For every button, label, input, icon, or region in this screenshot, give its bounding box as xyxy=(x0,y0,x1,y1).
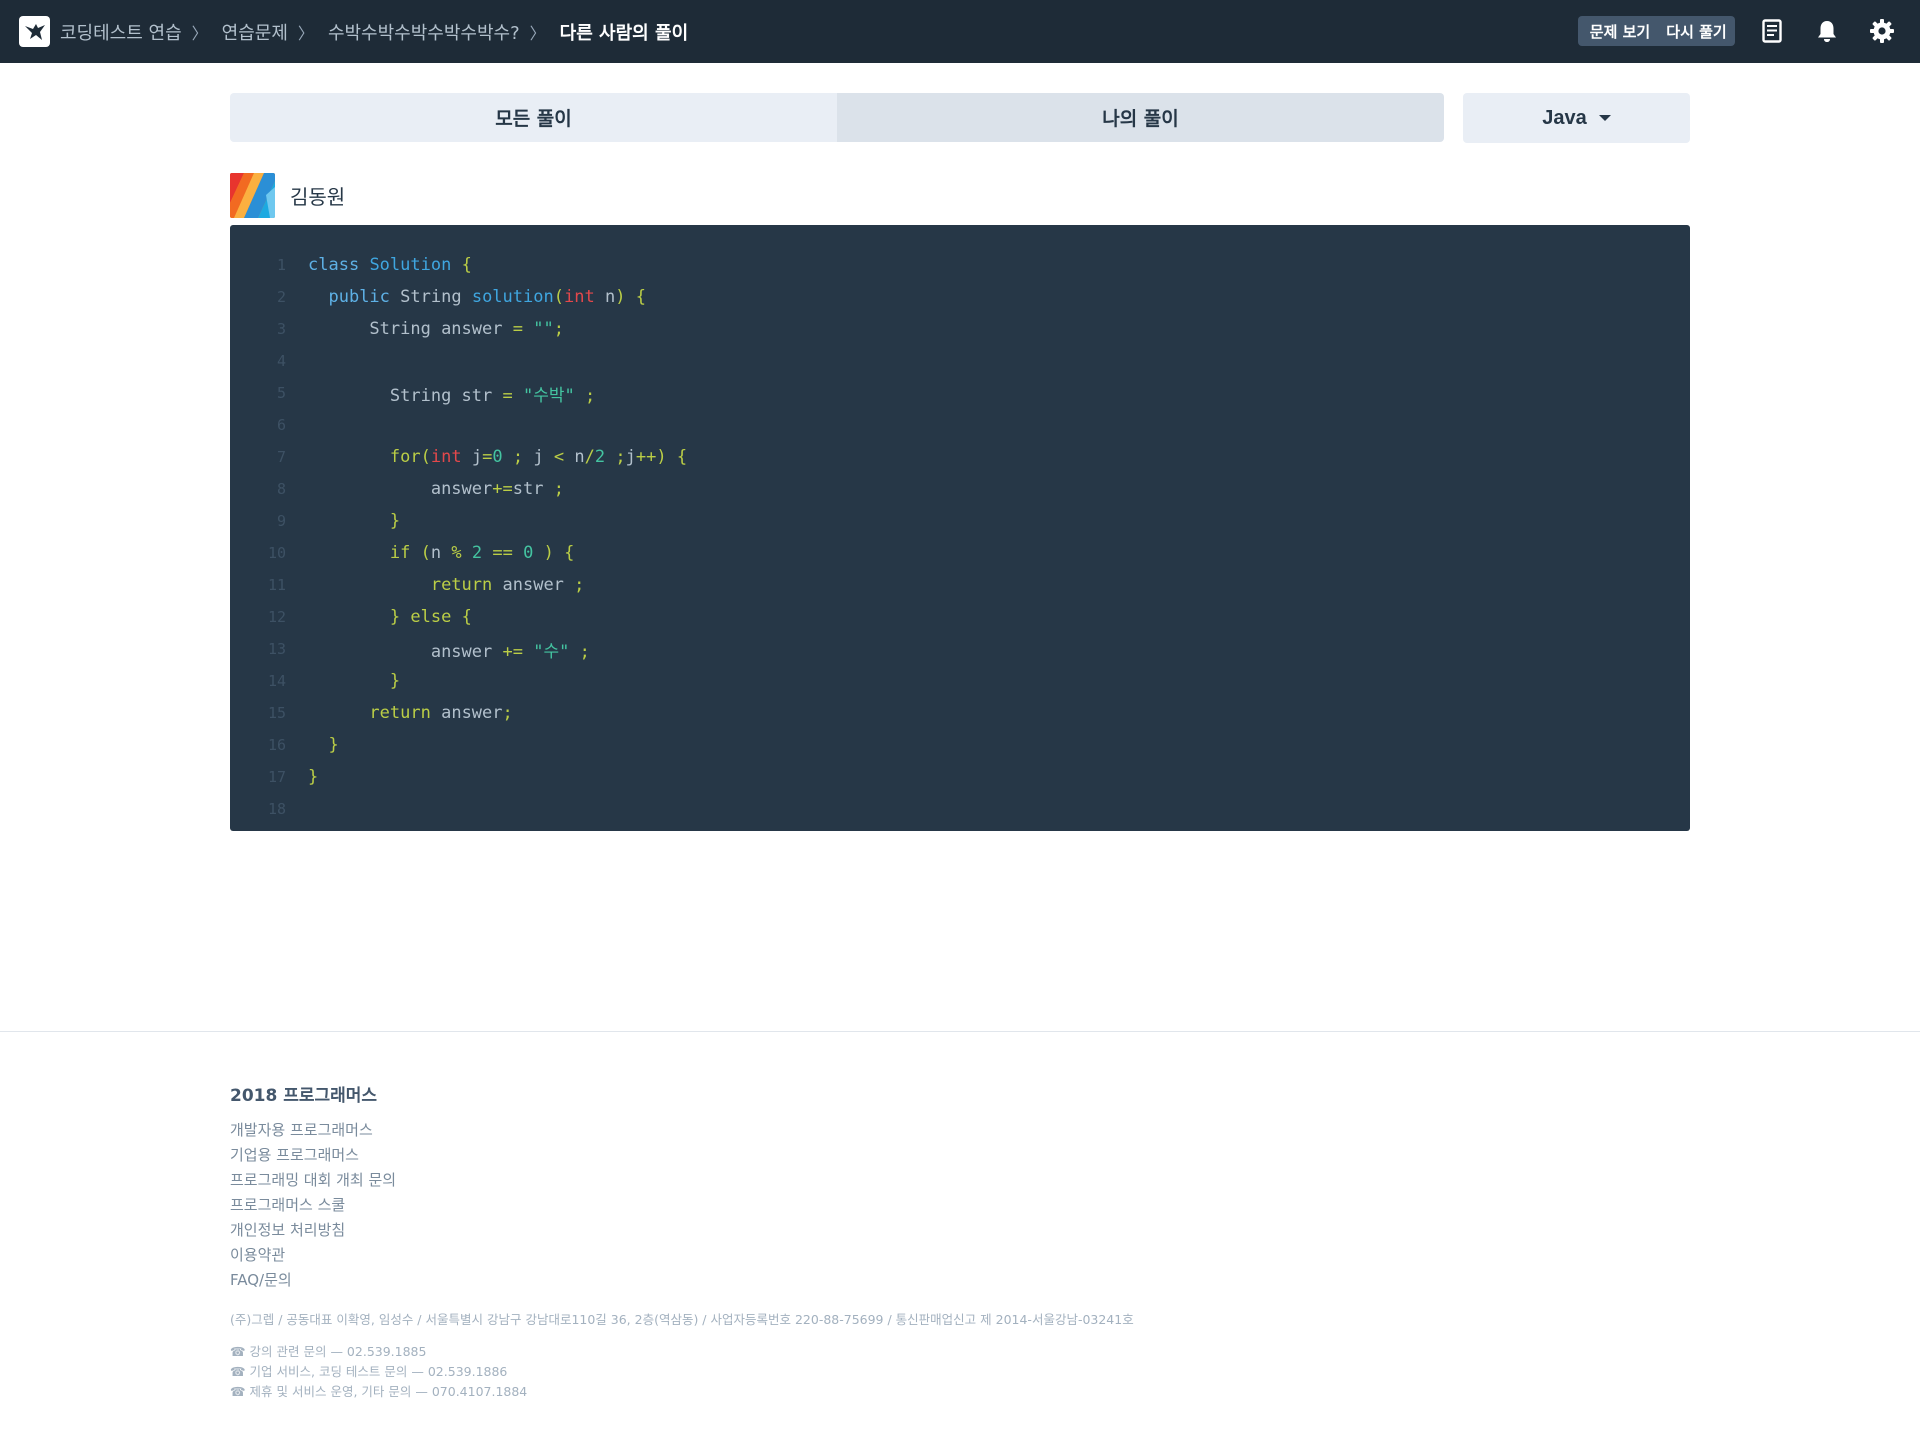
footer-link-school[interactable]: 프로그래머스 스쿨 xyxy=(230,1193,1134,1218)
code-line: 10 if (n % 2 == 0 ) { xyxy=(230,537,1690,569)
code-text: } else { xyxy=(389,607,472,627)
footer-link-contest[interactable]: 프로그래밍 대회 개최 문의 xyxy=(230,1168,1134,1193)
line-number: 10 xyxy=(267,544,286,562)
code-text: } xyxy=(328,735,339,755)
line-number: 13 xyxy=(267,640,286,658)
code-line: 14 } xyxy=(230,665,1690,697)
code-text: } xyxy=(389,511,401,531)
note-icon[interactable] xyxy=(1757,16,1787,46)
language-select-value: Java xyxy=(1542,106,1587,129)
code-line: 11 return answer ; xyxy=(230,569,1690,601)
code-line: 8 answer+=str ; xyxy=(230,473,1690,505)
code-line: 15 return answer; xyxy=(230,697,1690,729)
problem-action-group: 문제 보기 다시 풀기 xyxy=(1578,16,1735,46)
footer-divider xyxy=(0,1031,1920,1032)
code-line: 3 String answer = ""; xyxy=(230,313,1690,345)
code-text: return answer; xyxy=(369,703,513,723)
code-line: 5 String str = "수박" ; xyxy=(230,377,1690,409)
breadcrumb-item-practice[interactable]: 연습문제 xyxy=(222,19,288,45)
code-text: String str = "수박" ; xyxy=(389,385,596,406)
code-text: class Solution { xyxy=(308,255,472,275)
breadcrumb-separator: 〉 xyxy=(297,23,314,43)
tab-all-solutions[interactable]: 모든 풀이 xyxy=(230,93,837,142)
company-address: (주)그렙 / 공동대표 이확영, 임성수 / 서울특별시 강남구 강남대로11… xyxy=(230,1312,1134,1327)
footer: 2018 프로그래머스 개발자용 프로그래머스 기업용 프로그래머스 프로그래밍… xyxy=(230,1080,1134,1402)
solution-tabs: 모든 풀이 나의 풀이 xyxy=(230,93,1444,142)
footer-link-business[interactable]: 기업용 프로그래머스 xyxy=(230,1143,1134,1168)
breadcrumb-item-coding-test[interactable]: 코딩테스트 연습 xyxy=(60,19,182,45)
code-line: 12 } else { xyxy=(230,601,1690,633)
code-line: 17 } xyxy=(230,761,1690,793)
caret-down-icon xyxy=(1598,115,1611,121)
footer-link-terms[interactable]: 이용약관 xyxy=(230,1243,1134,1268)
code-line: 16 } xyxy=(230,729,1690,761)
code-line: 18 xyxy=(230,793,1690,825)
code-text: } xyxy=(308,767,319,787)
line-number: 4 xyxy=(276,352,286,370)
code-block: 1 class Solution { 2 public String solut… xyxy=(230,225,1690,831)
code-text: if (n % 2 == 0 ) { xyxy=(389,543,575,563)
line-number: 7 xyxy=(276,448,286,466)
contact-lecture: ☎ 강의 관련 문의 — 02.539.1885 xyxy=(230,1344,427,1359)
footer-contacts: ☎ 강의 관련 문의 — 02.539.1885 ☎ 기업 서비스, 코딩 테스… xyxy=(230,1342,1134,1402)
code-line: 1 class Solution { xyxy=(230,249,1690,281)
author-name[interactable]: 김동원 xyxy=(290,181,345,210)
code-line: 6 xyxy=(230,409,1690,441)
solution-author: 김동원 xyxy=(230,172,345,218)
line-number: 6 xyxy=(276,416,286,434)
line-number: 9 xyxy=(276,512,286,530)
code-text: return answer ; xyxy=(430,575,585,595)
code-text: answer+=str ; xyxy=(430,479,564,499)
language-select[interactable]: Java xyxy=(1463,93,1690,143)
line-number: 5 xyxy=(276,384,286,402)
line-number: 18 xyxy=(267,800,286,818)
line-number: 8 xyxy=(276,480,286,498)
code-text: for(int j=0 ; j < n/2 ;j++) { xyxy=(389,447,688,467)
tab-my-solutions[interactable]: 나의 풀이 xyxy=(837,93,1444,142)
view-problem-button[interactable]: 문제 보기 xyxy=(1578,16,1658,46)
code-line: 4 xyxy=(230,345,1690,377)
contact-business: ☎ 기업 서비스, 코딩 테스트 문의 — 02.539.1886 xyxy=(230,1364,508,1379)
footer-title: 2018 프로그래머스 xyxy=(230,1085,378,1106)
line-number: 3 xyxy=(276,320,286,338)
breadcrumb-item-problem[interactable]: 수박수박수박수박수박수? xyxy=(328,19,520,45)
breadcrumb-separator: 〉 xyxy=(529,23,546,43)
contact-partnership: ☎ 제휴 및 서비스 운영, 기타 문의 — 070.4107.1884 xyxy=(230,1384,528,1399)
line-number: 2 xyxy=(276,288,286,306)
code-text: answer += "수" ; xyxy=(430,641,590,662)
code-line: 7 for(int j=0 ; j < n/2 ;j++) { xyxy=(230,441,1690,473)
footer-link-privacy[interactable]: 개인정보 처리방침 xyxy=(230,1218,1134,1243)
gear-icon[interactable] xyxy=(1867,16,1897,46)
code-line: 9 } xyxy=(230,505,1690,537)
line-number: 15 xyxy=(267,704,286,722)
line-number: 17 xyxy=(267,768,286,786)
footer-links: 개발자용 프로그래머스 기업용 프로그래머스 프로그래밍 대회 개최 문의 프로… xyxy=(230,1118,1134,1293)
line-number: 11 xyxy=(267,576,286,594)
code-text: public String solution(int n) { xyxy=(328,287,646,307)
code-text: String answer = ""; xyxy=(369,319,564,339)
code-text: } xyxy=(389,671,401,691)
footer-link-faq[interactable]: FAQ/문의 xyxy=(230,1268,1134,1293)
breadcrumb-separator: 〉 xyxy=(191,23,208,43)
line-number: 14 xyxy=(267,672,286,690)
line-number: 12 xyxy=(267,608,286,626)
programmers-logo-icon[interactable] xyxy=(19,16,50,47)
line-number: 1 xyxy=(276,256,286,274)
code-line: 2 public String solution(int n) { xyxy=(230,281,1690,313)
code-line: 13 answer += "수" ; xyxy=(230,633,1690,665)
footer-link-developers[interactable]: 개발자용 프로그래머스 xyxy=(230,1118,1134,1143)
bell-icon[interactable] xyxy=(1812,16,1842,46)
line-number: 16 xyxy=(267,736,286,754)
avatar xyxy=(230,172,275,218)
breadcrumb-item-current: 다른 사람의 풀이 xyxy=(559,22,689,44)
retry-button[interactable]: 다시 풀기 xyxy=(1658,16,1735,46)
breadcrumb: 코딩테스트 연습 〉 연습문제 〉 수박수박수박수박수박수? 〉 다른 사람의 … xyxy=(60,0,688,63)
top-navbar: 코딩테스트 연습 〉 연습문제 〉 수박수박수박수박수박수? 〉 다른 사람의 … xyxy=(0,0,1920,63)
